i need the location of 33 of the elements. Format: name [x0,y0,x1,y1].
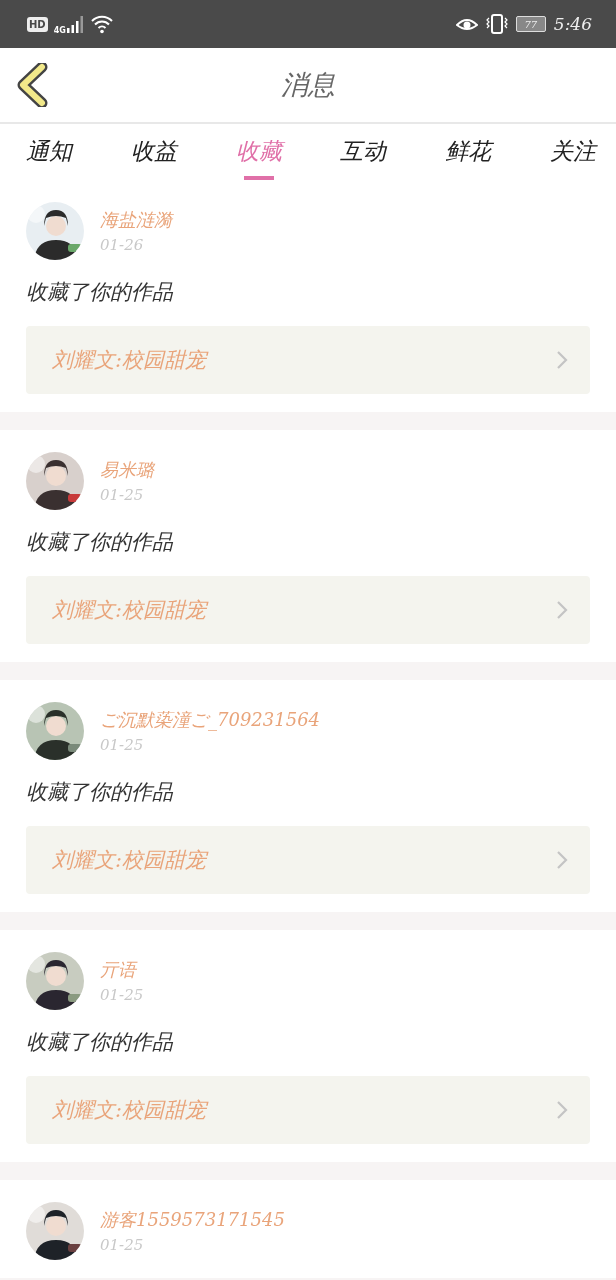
tab[interactable]: 鲜花 [435,130,502,180]
clock-time: 5:46 [553,14,592,34]
work-link[interactable]: 刘耀文:校园甜宠 [26,1076,590,1144]
work-link[interactable]: 刘耀文:校园甜宠 [26,326,590,394]
user-name[interactable]: 易米璐 [100,458,154,482]
chevron-right-icon [556,850,568,870]
message-text: 收藏了你的作品 [26,529,174,556]
work-link[interactable]: 刘耀文:校园甜宠 [26,576,590,644]
message-text: 收藏了你的作品 [26,1029,174,1056]
user-name[interactable]: 海盐涟漪 [100,208,172,232]
network-label: 4G [53,26,66,35]
page-title: 消息 [281,68,335,102]
chevron-right-icon [556,600,568,620]
tab[interactable]: 收益 [120,130,187,180]
message-text: 收藏了你的作品 [26,279,174,306]
tab[interactable]: 通知 [16,130,82,180]
tab[interactable]: 关注 [540,130,606,180]
work-link[interactable]: 刘耀文:校园甜宠 [26,826,590,894]
battery-icon: 77 [515,16,546,32]
chevron-right-icon [556,1100,568,1120]
back-icon[interactable] [16,63,48,107]
eye-icon [455,16,478,32]
hd-badge: HD [27,16,48,32]
user-name[interactable]: ご沉默蒅潼ご_709231564 [100,708,321,732]
user-name[interactable]: 游客1559573171545 [100,1208,285,1232]
tab[interactable]: 互动 [330,130,397,180]
vibrate-icon [485,14,508,34]
wifi-icon [89,14,114,34]
chevron-right-icon [556,350,568,370]
tab[interactable]: 收藏 [225,130,292,180]
user-name[interactable]: 亓语 [100,958,144,982]
message-text: 收藏了你的作品 [26,779,174,806]
signal-icon [65,15,84,33]
